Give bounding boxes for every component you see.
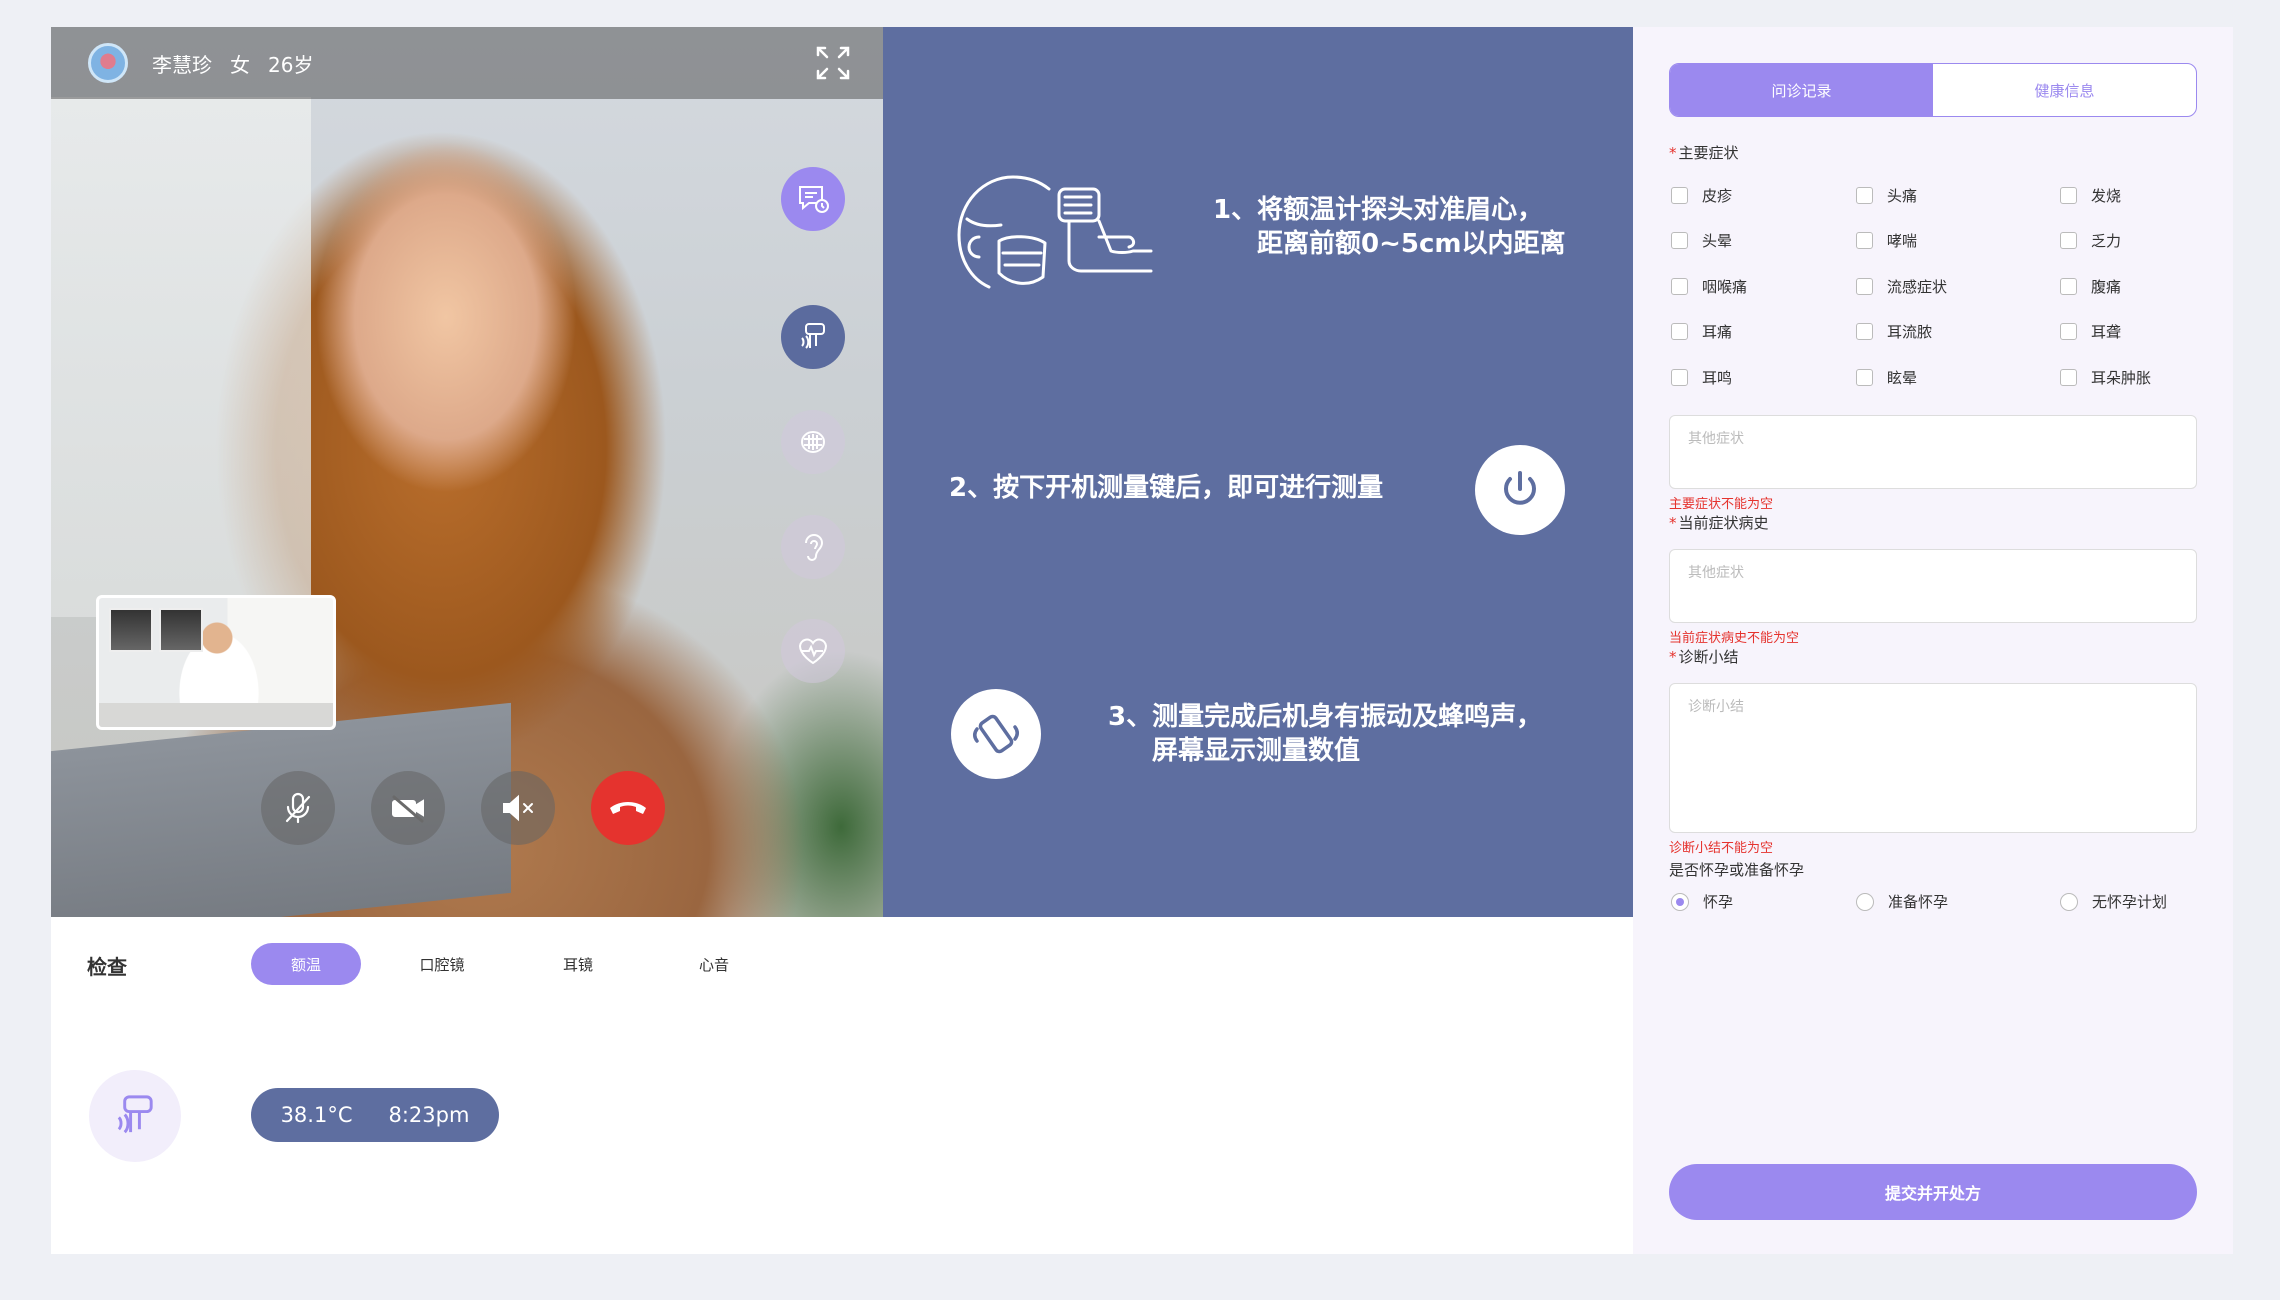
call-controls [261,771,665,845]
speaker-mute-button[interactable] [481,771,555,845]
power-icon [1475,445,1565,535]
summary-label-text: 诊断小结 [1678,648,1739,666]
symptom-checkbox[interactable]: 耳痛 [1671,321,1732,342]
symptom-checkbox[interactable]: 流感症状 [1856,276,1947,297]
symptom-checkbox[interactable]: 哮喘 [1856,230,1917,251]
summary-error: 诊断小结不能为空 [1669,841,1774,856]
radio-no-pregnancy-plan[interactable]: 无怀孕计划 [2060,891,2167,912]
ear-scope-button[interactable] [781,515,845,579]
mouth-scope-button[interactable] [781,410,845,474]
symptom-checkbox[interactable]: 发烧 [2060,185,2121,206]
exam-panel: 检查 额温 口腔镜 耳镜 心音 38.1°C 8:23pm [51,917,1633,1254]
patient-avatar [88,43,128,83]
thermometer-icon [89,1070,181,1162]
symptom-checkbox[interactable]: 乏力 [2060,230,2121,251]
patient-info-bar: 李慧珍 女 26岁 [51,27,883,99]
tab-forehead-temp[interactable]: 额温 [251,943,361,985]
symptom-checkbox[interactable]: 眩晕 [1856,367,1917,388]
summary-label: * 诊断小结 [1669,648,1739,666]
thermometer-instructions: 1、将额温计探头对准眉心， 距离前额0~5cm以内距离 2、按下开机测量键后，即… [883,27,1633,917]
patient-gender: 女 [230,52,250,77]
symptom-checkbox[interactable]: 皮疹 [1671,185,1732,206]
tab-health-info[interactable]: 健康信息 [1933,64,2196,116]
symptom-history-input[interactable]: 其他症状 [1669,549,2197,623]
symptom-checkbox[interactable]: 咽喉痛 [1671,276,1747,297]
symptom-checkbox[interactable]: 头晕 [1671,230,1732,251]
symptom-checkbox[interactable]: 耳聋 [2060,321,2121,342]
history-label: * 当前症状病史 [1669,514,1769,532]
camera-toggle-button[interactable] [371,771,445,845]
tab-ear-scope[interactable]: 耳镜 [523,943,633,985]
temperature-reading[interactable]: 38.1°C 8:23pm [251,1088,499,1142]
symptom-checkbox[interactable]: 腹痛 [2060,276,2121,297]
tab-mouth-scope[interactable]: 口腔镜 [387,943,497,985]
doctor-desk [99,703,333,727]
tab-heart-sound[interactable]: 心音 [659,943,769,985]
step-1-line-2: 距离前额0~5cm以内距离 [1257,229,1566,259]
symptom-checkbox[interactable]: 耳朵肿胀 [2060,367,2151,388]
radio-planning-pregnancy[interactable]: 准备怀孕 [1856,891,1948,912]
vibration-icon [951,689,1041,779]
main-symptoms-label: * 主要症状 [1669,144,1739,162]
pregnancy-label: 是否怀孕或准备怀孕 [1669,861,1805,879]
main-symptoms-error: 主要症状不能为空 [1669,497,1774,512]
patient-name: 李慧珍 [152,52,212,77]
other-symptoms-input[interactable]: 其他症状 [1669,415,2197,489]
submit-prescribe-button[interactable]: 提交并开处方 [1669,1164,2197,1220]
fullscreen-icon[interactable] [813,43,853,83]
instruction-step-1: 1、将额温计探头对准眉心， 距离前额0~5cm以内距离 [1213,193,1613,261]
consultation-form: 问诊记录 健康信息 * 主要症状 皮疹 头痛 发烧 头晕 哮喘 乏力 咽喉痛 流感… [1633,27,2233,1254]
thermometer-button[interactable] [781,305,845,369]
form-tabs: 问诊记录 健康信息 [1669,63,2197,117]
history-label-text: 当前症状病史 [1678,514,1769,532]
heart-sound-button[interactable] [781,619,845,683]
reading-time: 8:23pm [388,1103,470,1127]
temperature-value: 38.1°C [280,1103,353,1127]
xray-image [109,608,153,652]
instruction-step-3: 3、测量完成后机身有振动及蜂鸣声， 屏幕显示测量数值 [1108,700,1588,768]
doctor-self-view[interactable] [96,595,336,730]
symptom-checkbox[interactable]: 耳鸣 [1671,367,1732,388]
patient-age: 26岁 [268,52,314,77]
step-3-line-2: 屏幕显示测量数值 [1152,736,1361,766]
main-symptoms-label-text: 主要症状 [1678,144,1739,162]
chat-record-button[interactable] [781,167,845,231]
hang-up-button[interactable] [591,771,665,845]
exam-title: 检查 [87,955,127,979]
microphone-button[interactable] [261,771,335,845]
tab-consultation-record[interactable]: 问诊记录 [1670,64,1933,116]
instruction-step-2: 2、按下开机测量键后，即可进行测量 [949,473,1384,503]
symptom-checkbox[interactable]: 耳流脓 [1856,321,1932,342]
radio-pregnant[interactable]: 怀孕 [1671,891,1733,912]
diagnosis-summary-input[interactable]: 诊断小结 [1669,683,2197,833]
face-thermometer-illustration [949,167,1159,301]
symptom-checkbox[interactable]: 头痛 [1856,185,1917,206]
exam-tabs: 额温 口腔镜 耳镜 心音 [251,943,795,985]
xray-image [159,608,203,652]
video-call-area: 李慧珍 女 26岁 [51,27,883,917]
background-window [51,97,311,617]
step-3-line-1: 3、测量完成后机身有振动及蜂鸣声， [1108,702,1543,732]
step-1-line-1: 1、将额温计探头对准眉心， [1213,195,1544,225]
history-error: 当前症状病史不能为空 [1669,631,1800,646]
